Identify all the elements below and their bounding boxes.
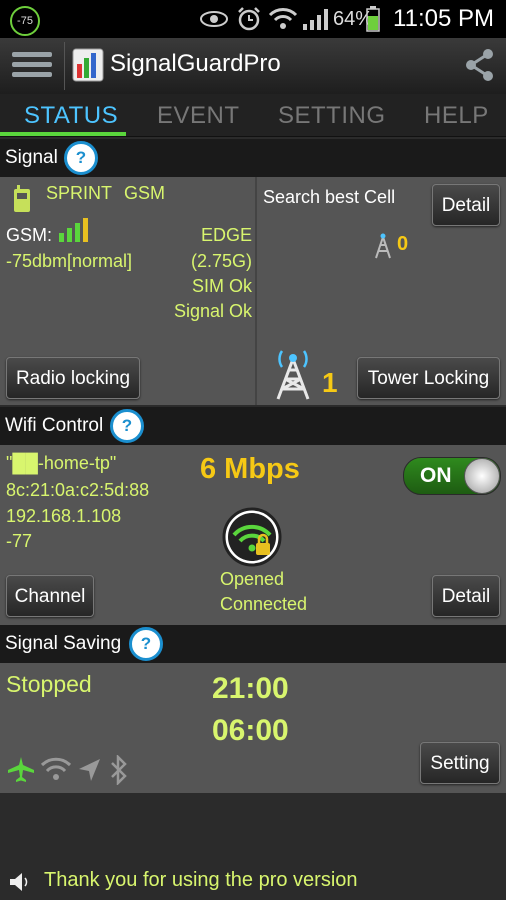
wifi-ssid: "██-home-tp" — [6, 453, 117, 473]
signal-badge: -75 — [10, 6, 40, 36]
tab-setting[interactable]: SETTING — [278, 102, 386, 130]
action-bar: SignalGuardPro — [0, 38, 506, 94]
gsm-label: GSM: — [6, 225, 53, 245]
gsm-signal-bars-icon — [59, 218, 88, 242]
tab-event[interactable]: EVENT — [157, 102, 240, 130]
wifi-state-connected: Connected — [220, 594, 308, 614]
channel-button[interactable]: Channel — [6, 575, 94, 617]
tab-status[interactable]: STATUS — [24, 102, 118, 130]
carrier-name: SPRINT — [46, 183, 113, 203]
wifi-state-opened: Opened — [220, 569, 285, 589]
signal-strength: -75dbm[normal] — [6, 251, 133, 271]
location-icon — [79, 759, 100, 781]
small-tower-icon — [375, 233, 391, 259]
tower-count: 1 — [322, 367, 338, 398]
wifi-off-icon — [40, 757, 72, 780]
signal-section-header: Signal ? — [0, 139, 506, 177]
radio-locking-button[interactable]: Radio locking — [6, 357, 140, 399]
share-icon[interactable] — [464, 48, 496, 82]
app-title: SignalGuardPro — [110, 50, 281, 77]
saving-help-icon[interactable]: ? — [129, 627, 163, 661]
battery-icon — [366, 6, 380, 32]
wifi-ip: 192.168.1.108 — [6, 506, 122, 526]
tower-locking-button[interactable]: Tower Locking — [357, 357, 500, 399]
data-generation: (2.75G) — [190, 251, 252, 271]
saving-setting-button[interactable]: Setting — [420, 742, 500, 784]
tab-bar: STATUS EVENT SETTING HELP — [0, 94, 506, 137]
wifi-panel: "██-home-tp" 6 Mbps ON 8c:21:0a:c2:5d:88… — [0, 445, 506, 625]
wifi-toggle-label: ON — [420, 464, 452, 487]
wifi-detail-button[interactable]: Detail — [432, 575, 500, 617]
status-bar: -75 64% 11:05 PM — [0, 0, 506, 38]
search-best-cell-label: Search best Cell — [263, 187, 396, 207]
divider — [64, 42, 65, 90]
signal-status: Signal Ok — [173, 301, 252, 321]
speaker-icon — [10, 873, 28, 891]
toggle-knob — [464, 458, 500, 494]
saving-header-label: Signal Saving — [5, 633, 122, 654]
saving-status: Stopped — [6, 671, 92, 697]
network-type: GSM — [124, 183, 166, 203]
airplane-icon — [8, 757, 34, 782]
signal-detail-button[interactable]: Detail — [432, 184, 500, 226]
panel-divider — [255, 177, 257, 405]
saving-panel: Stopped 21:00 06:00 Setting — [0, 663, 506, 793]
saving-start-time: 21:00 — [212, 672, 289, 705]
signal-help-icon[interactable]: ? — [64, 141, 98, 175]
menu-icon[interactable] — [12, 52, 52, 78]
app-logo-icon — [72, 48, 104, 82]
alarm-icon — [238, 7, 260, 31]
data-type: EDGE — [200, 225, 252, 245]
wifi-speed: 6 Mbps — [200, 453, 300, 485]
clock: 11:05 PM — [393, 5, 494, 32]
sim-status: SIM Ok — [191, 276, 252, 296]
wifi-help-icon[interactable]: ? — [110, 409, 144, 443]
signal-header-label: Signal — [5, 147, 58, 168]
wifi-header-label: Wifi Control — [5, 415, 104, 436]
wifi-status-icon — [268, 8, 298, 29]
wifi-section-header: Wifi Control ? — [0, 407, 506, 445]
wifi-lock-icon — [222, 507, 282, 567]
cell-signal-icon — [303, 9, 328, 30]
wifi-mac: 8c:21:0a:c2:5d:88 — [6, 480, 150, 500]
signal-panel: SPRINT GSM GSM: -75dbm[normal] EDGE (2.7… — [0, 177, 506, 405]
tab-help[interactable]: HELP — [424, 102, 489, 130]
phone-icon — [14, 185, 30, 212]
wifi-toggle[interactable]: ON — [403, 457, 501, 495]
saving-section-header: Signal Saving ? — [0, 625, 506, 663]
tower-icon — [276, 350, 310, 400]
bluetooth-icon — [111, 755, 127, 785]
footer-message: Thank you for using the pro version — [44, 869, 358, 891]
eye-icon — [200, 11, 228, 27]
best-cell-count: 0 — [397, 233, 409, 255]
wifi-rssi: -77 — [6, 531, 33, 551]
saving-end-time: 06:00 — [212, 714, 289, 747]
active-tab-indicator — [0, 132, 126, 136]
